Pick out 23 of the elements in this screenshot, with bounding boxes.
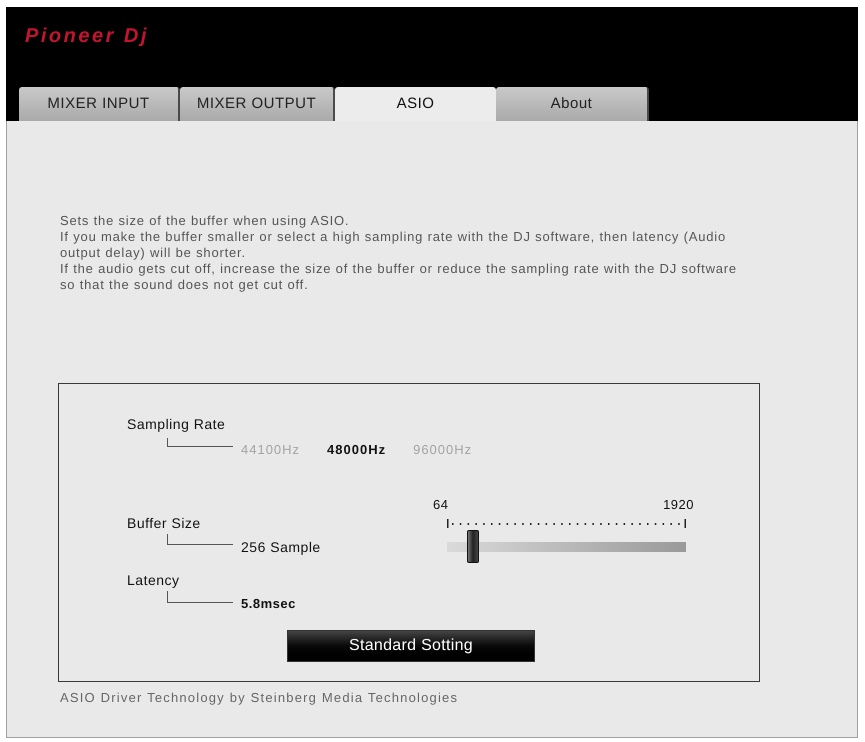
standard-setting-button[interactable]: Standard Sotting bbox=[287, 630, 535, 662]
tab[interactable]: MIXER OUTPUT bbox=[180, 87, 335, 121]
leader-line bbox=[167, 591, 233, 603]
buffer-size-label: Buffer Size bbox=[127, 515, 201, 531]
slider-thumb[interactable] bbox=[467, 530, 480, 563]
latency-value: 5.8msec bbox=[241, 597, 296, 611]
leader-line bbox=[167, 438, 233, 447]
slider-track[interactable] bbox=[447, 530, 686, 563]
latency-label: Latency bbox=[127, 572, 180, 588]
tab[interactable]: ASIO bbox=[335, 87, 496, 121]
sampling-rate-option[interactable]: 48000Hz bbox=[327, 443, 386, 457]
slider-max-label: 1920 bbox=[663, 498, 694, 512]
slider-min-label: 64 bbox=[433, 498, 448, 512]
description-text: Sets the size of the buffer when using ASIO. bbox=[60, 213, 350, 229]
buffer-size-value: 256 Sample bbox=[241, 539, 321, 555]
footer-text: ASIO Driver Technology by Steinberg Media Technologies bbox=[60, 690, 458, 706]
logo: Pioneer Dj bbox=[25, 26, 149, 46]
leader-line bbox=[167, 534, 233, 545]
description-text: If the audio gets cut off, increase the size of the buffer or reduce the sampling rate with the DJ software so that the sound does not get cut off. bbox=[60, 261, 738, 293]
tab[interactable]: About bbox=[496, 87, 649, 121]
sampling-rate-label: Sampling Rate bbox=[127, 416, 226, 432]
tab[interactable]: MIXER INPUT bbox=[19, 87, 180, 121]
description-text: If you make the buffer smaller or select a high sampling rate with the DJ software, then latency (Audio output delay) will be shorter. bbox=[60, 229, 728, 261]
